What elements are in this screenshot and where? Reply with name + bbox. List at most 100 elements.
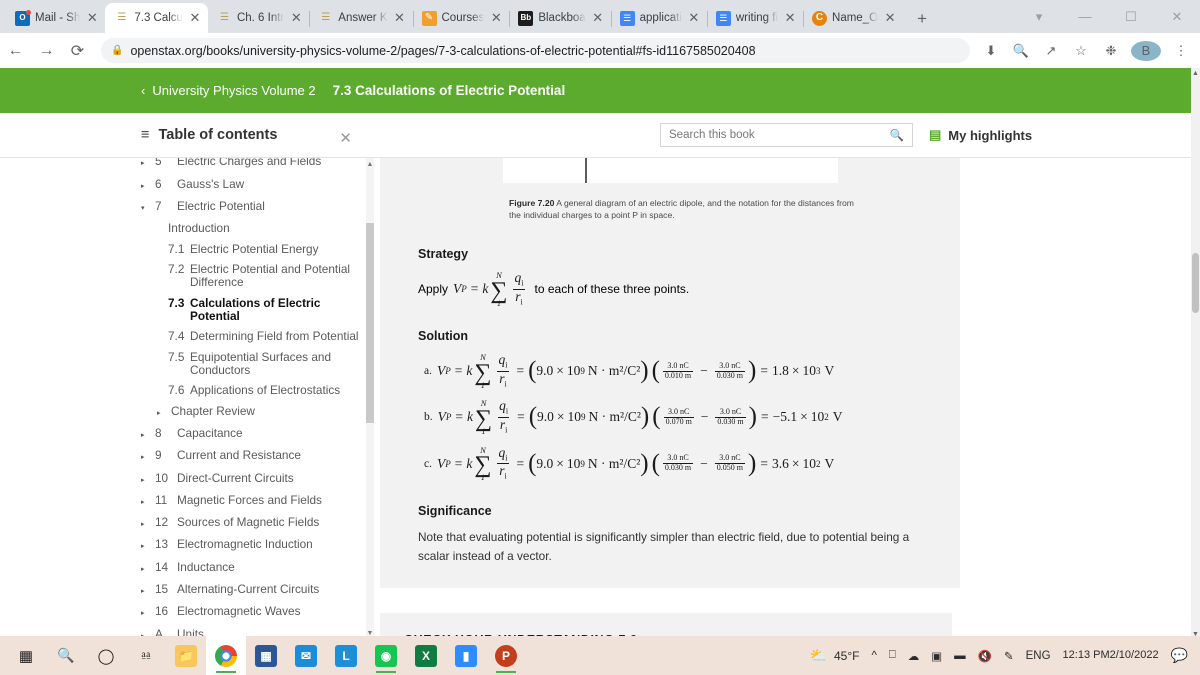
toc-item-5[interactable]: ▸ 5 Electric Charges and Fields bbox=[141, 158, 364, 174]
chevron-right-icon[interactable]: ▸ bbox=[141, 449, 150, 465]
extensions-puzzle-icon[interactable]: ❉ bbox=[1096, 43, 1126, 59]
notification-icon[interactable]: 💬 bbox=[1165, 647, 1194, 664]
toc-item-chapter-review[interactable]: ▸ Chapter Review bbox=[141, 401, 364, 423]
toc-item-9[interactable]: ▸ 9 Current and Resistance bbox=[141, 446, 364, 468]
clock[interactable]: 12:13 PM 2/10/2022 bbox=[1057, 649, 1165, 662]
taskbar-app-store[interactable]: ▦ bbox=[246, 636, 286, 675]
forward-button[interactable]: → bbox=[31, 42, 62, 60]
tab-search-chevron-icon[interactable]: ▾ bbox=[1016, 9, 1062, 25]
toc-item-introduction[interactable]: Introduction bbox=[141, 219, 364, 239]
chevron-up-icon[interactable]: ^ bbox=[865, 650, 882, 662]
tab-blackboard[interactable]: Bb Blackboa ✕ bbox=[509, 3, 612, 33]
taskbar-app-excel[interactable]: X bbox=[406, 636, 446, 675]
taskbar-app-mail[interactable]: ✉ bbox=[286, 636, 326, 675]
toc-scroll-thumb[interactable] bbox=[366, 223, 374, 423]
tab-close-icon[interactable]: ✕ bbox=[289, 11, 303, 25]
onedrive-sync-icon[interactable]: ⎕ bbox=[883, 649, 902, 662]
toc-item-7-4[interactable]: 7.4 Determining Field from Potential bbox=[141, 327, 364, 347]
chevron-right-icon[interactable]: ▸ bbox=[141, 605, 150, 621]
toc-item-11[interactable]: ▸ 11 Magnetic Forces and Fields bbox=[141, 490, 364, 512]
maximize-button[interactable]: ☐ bbox=[1108, 9, 1154, 25]
task-view-button[interactable]: ⎂ bbox=[126, 636, 166, 675]
tab-73-calculations[interactable]: ☰ 7.3 Calcu ✕ bbox=[105, 3, 208, 33]
share-icon[interactable]: ↗ bbox=[1036, 43, 1066, 59]
tab-close-icon[interactable]: ✕ bbox=[591, 11, 605, 25]
tab-close-icon[interactable]: ✕ bbox=[883, 11, 897, 25]
tab-close-icon[interactable]: ✕ bbox=[489, 11, 503, 25]
tab-mail[interactable]: O Mail - Sh ✕ bbox=[6, 3, 107, 33]
close-icon[interactable]: ✕ bbox=[339, 129, 352, 147]
taskbar-app-powerpoint[interactable]: P bbox=[486, 636, 526, 675]
toc-item-7-1[interactable]: 7.1 Electric Potential Energy bbox=[141, 239, 364, 259]
photos-icon[interactable]: ▣ bbox=[925, 649, 948, 663]
profile-avatar[interactable]: B bbox=[1131, 40, 1161, 61]
toc-item-12[interactable]: ▸ 12 Sources of Magnetic Fields bbox=[141, 513, 364, 535]
cortana-button[interactable]: ◯ bbox=[86, 636, 126, 675]
pen-icon[interactable]: ✎ bbox=[998, 649, 1020, 663]
taskbar-app-spotify[interactable]: ◉ bbox=[366, 636, 406, 675]
search-icon[interactable]: 🔍 bbox=[890, 128, 904, 142]
my-highlights-button[interactable]: ▤ My highlights bbox=[929, 127, 1032, 143]
taskbar-search-button[interactable]: 🔍 bbox=[46, 636, 86, 675]
taskbar-app-lockdown-browser[interactable]: L bbox=[326, 636, 366, 675]
tab-close-icon[interactable]: ✕ bbox=[188, 11, 202, 25]
tab-application[interactable]: ☰ applicati ✕ bbox=[611, 3, 708, 33]
bookmark-star-icon[interactable]: ☆ bbox=[1066, 43, 1096, 59]
toc-item-10[interactable]: ▸ 10 Direct-Current Circuits bbox=[141, 468, 364, 490]
language-indicator[interactable]: ENG bbox=[1020, 650, 1057, 662]
chrome-menu-icon[interactable]: ⋮ bbox=[1166, 43, 1196, 59]
tab-close-icon[interactable]: ✕ bbox=[393, 11, 407, 25]
chevron-right-icon[interactable]: ▸ bbox=[141, 583, 150, 599]
chevron-right-icon[interactable]: ▸ bbox=[141, 516, 150, 532]
tab-ch6-intro[interactable]: ☰ Ch. 6 Intr ✕ bbox=[208, 3, 311, 33]
chevron-right-icon[interactable]: ▸ bbox=[141, 494, 150, 510]
chevron-right-icon[interactable]: ▸ bbox=[141, 158, 150, 171]
toc-item-6[interactable]: ▸ 6 Gauss's Law bbox=[141, 174, 364, 196]
chevron-right-icon[interactable]: ▸ bbox=[157, 405, 166, 421]
toc-item-8[interactable]: ▸ 8 Capacitance bbox=[141, 424, 364, 446]
zoom-out-icon[interactable]: 🔍 bbox=[1006, 43, 1036, 59]
toc-item-7-6[interactable]: 7.6 Applications of Electrostatics bbox=[141, 381, 364, 401]
tab-answer-key[interactable]: ☰ Answer K ✕ bbox=[309, 3, 414, 33]
chevron-right-icon[interactable]: ▸ bbox=[141, 178, 150, 194]
toc-item-16[interactable]: ▸ 16 Electromagnetic Waves bbox=[141, 602, 364, 624]
onedrive-icon[interactable]: ☁ bbox=[902, 649, 926, 663]
toc-item-13[interactable]: ▸ 13 Electromagnetic Induction bbox=[141, 535, 364, 557]
toc-item-7-5[interactable]: 7.5 Equipotential Surfaces and Conductor… bbox=[141, 347, 364, 381]
chevron-right-icon[interactable]: ▸ bbox=[141, 538, 150, 554]
book-breadcrumb[interactable]: ‹ University Physics Volume 2 bbox=[141, 83, 316, 98]
close-window-button[interactable]: ✕ bbox=[1154, 9, 1200, 25]
tab-close-icon[interactable]: ✕ bbox=[85, 11, 99, 25]
taskbar-app-chrome[interactable] bbox=[206, 636, 246, 675]
start-button[interactable]: ▦ bbox=[6, 636, 46, 675]
toc-item-7-3[interactable]: 7.3 Calculations of Electric Potential bbox=[141, 293, 364, 327]
back-button[interactable]: ← bbox=[0, 42, 31, 60]
address-bar[interactable]: 🔒 openstax.org/books/university-physics-… bbox=[101, 38, 970, 63]
minimize-button[interactable]: — bbox=[1062, 9, 1108, 24]
chevron-right-icon[interactable]: ▸ bbox=[141, 561, 150, 577]
page-scroll-thumb[interactable] bbox=[1192, 253, 1199, 313]
chevron-down-icon[interactable]: ▾ bbox=[141, 200, 150, 216]
toc-item-7-2[interactable]: 7.2 Electric Potential and Potential Dif… bbox=[141, 259, 364, 293]
scroll-up-icon[interactable]: ▲ bbox=[1191, 70, 1200, 77]
weather-widget[interactable]: ⛅ 45°F bbox=[804, 647, 866, 664]
search-input[interactable]: Search this book 🔍 bbox=[660, 123, 913, 147]
toc-item-15[interactable]: ▸ 15 Alternating-Current Circuits bbox=[141, 580, 364, 602]
toc-item-7[interactable]: ▾ 7 Electric Potential bbox=[141, 197, 364, 219]
chevron-right-icon[interactable]: ▸ bbox=[141, 427, 150, 443]
tab-close-icon[interactable]: ✕ bbox=[687, 11, 701, 25]
reload-button[interactable]: ⟳ bbox=[62, 41, 93, 61]
taskbar-app-zoom[interactable]: ▮ bbox=[446, 636, 486, 675]
tab-name-o[interactable]: C Name_O ✕ bbox=[803, 3, 903, 33]
taskbar-app-file-explorer[interactable]: 📁 bbox=[166, 636, 206, 675]
install-icon[interactable]: ⬇ bbox=[976, 43, 1006, 59]
tab-close-icon[interactable]: ✕ bbox=[783, 11, 797, 25]
page-scrollbar[interactable]: ▲ ▼ bbox=[1191, 68, 1200, 640]
new-tab-button[interactable]: + bbox=[911, 9, 933, 29]
toc-item-14[interactable]: ▸ 14 Inductance bbox=[141, 557, 364, 579]
tab-courses[interactable]: ✎ Courses ✕ bbox=[413, 3, 511, 33]
toc-scrollbar[interactable]: ▲ ▼ bbox=[366, 158, 374, 640]
scroll-up-icon[interactable]: ▲ bbox=[366, 161, 374, 168]
volume-muted-icon[interactable]: 🔇 bbox=[972, 649, 998, 663]
chevron-right-icon[interactable]: ▸ bbox=[141, 472, 150, 488]
